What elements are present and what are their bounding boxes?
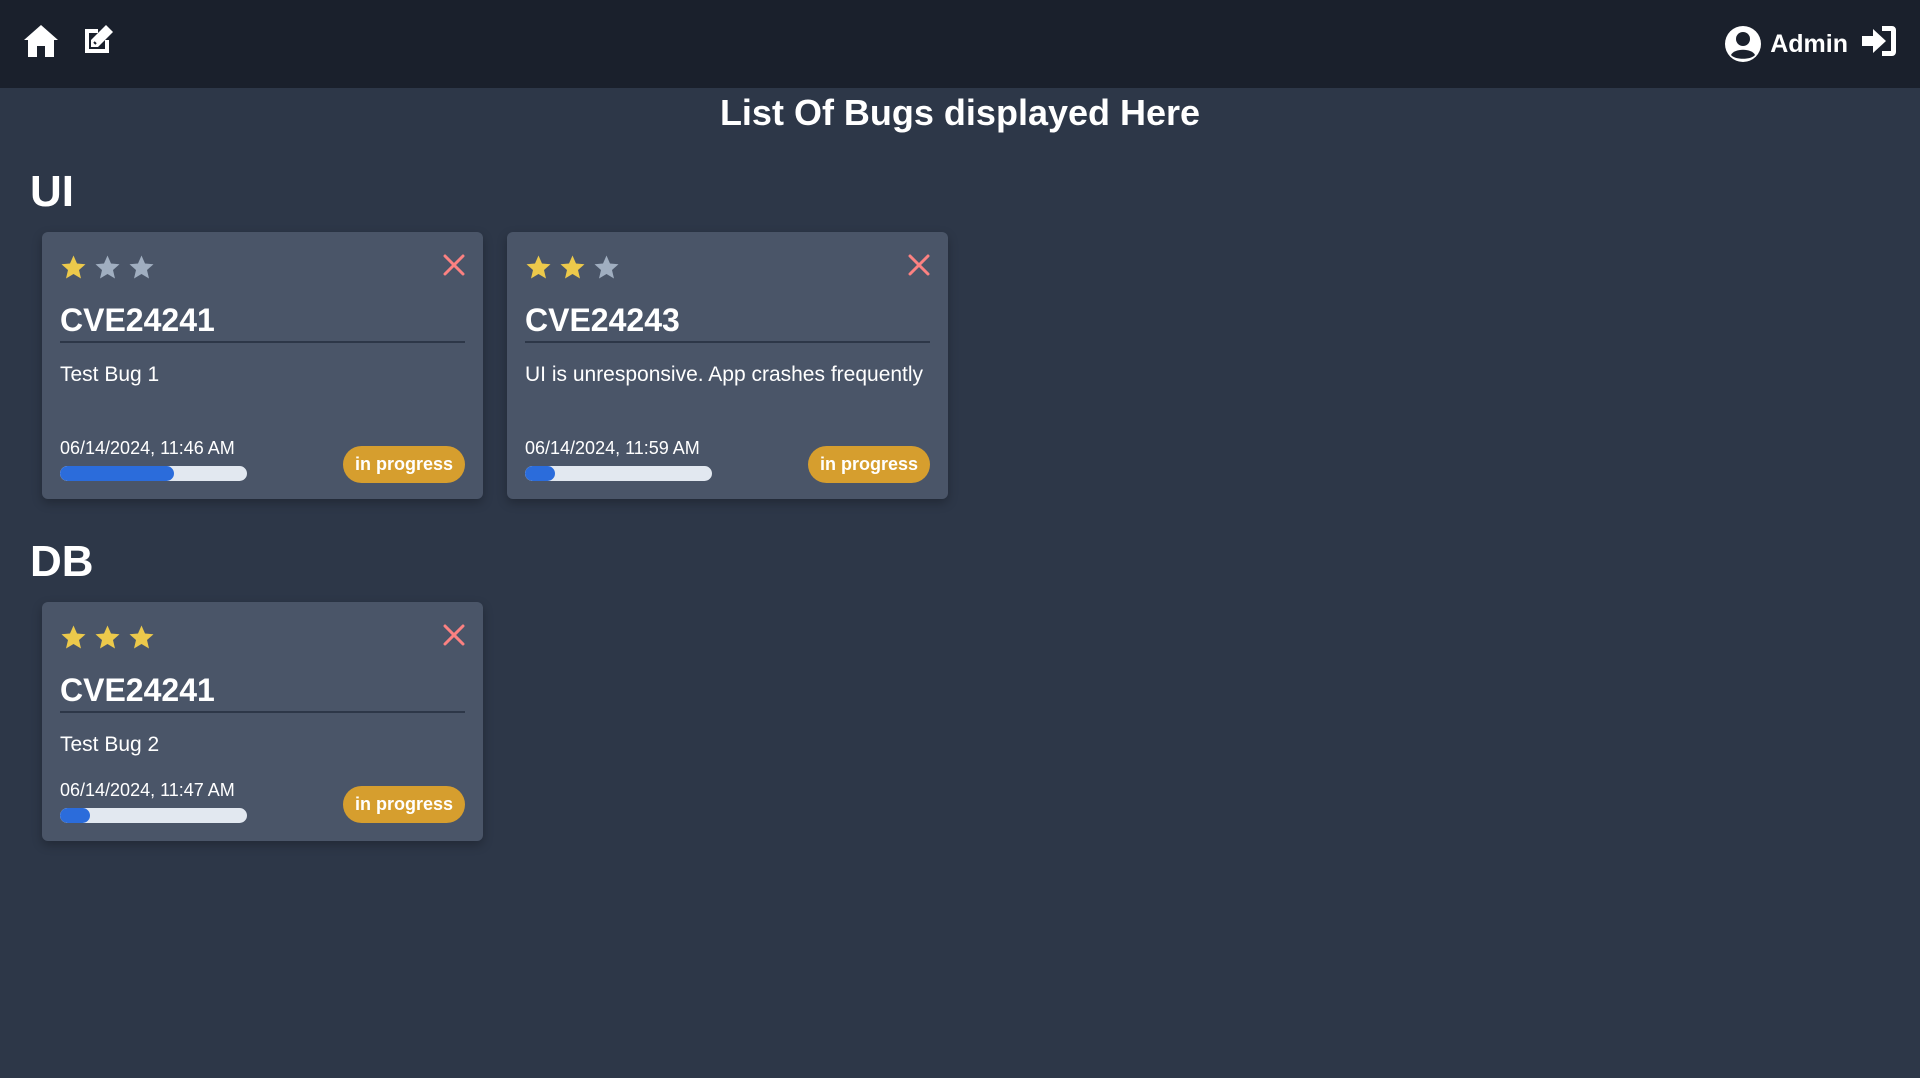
progress-fill <box>60 808 90 823</box>
bug-description: Test Bug 1 <box>60 363 160 386</box>
edit-icon[interactable] <box>80 22 116 58</box>
status-badge: in progress <box>343 446 465 483</box>
star-rating <box>60 622 155 652</box>
user-label: Admin <box>1770 29 1848 58</box>
bug-date: 06/14/2024, 11:59 AM <box>525 438 700 458</box>
bug-date: 06/14/2024, 11:47 AM <box>60 780 235 800</box>
star-filled-icon[interactable] <box>559 254 586 281</box>
star-filled-icon[interactable] <box>128 624 155 651</box>
bug-card: CVE24241 Test Bug 1 06/14/2024, 11:46 AM… <box>42 232 483 499</box>
sign-in-icon[interactable] <box>1860 22 1898 60</box>
close-icon[interactable] <box>441 252 467 278</box>
section-heading-db: DB <box>30 537 94 586</box>
status-badge: in progress <box>343 786 465 823</box>
star-filled-icon[interactable] <box>60 624 87 651</box>
status-badge: in progress <box>808 446 930 483</box>
bug-card: CVE24243 UI is unresponsive. App crashes… <box>507 232 948 499</box>
bug-description: Test Bug 2 <box>60 733 160 756</box>
bug-description: UI is unresponsive. App crashes frequent… <box>525 363 924 386</box>
navbar: Admin <box>0 0 1920 88</box>
home-icon[interactable] <box>22 22 60 60</box>
star-empty-icon[interactable] <box>94 254 121 281</box>
star-filled-icon[interactable] <box>94 624 121 651</box>
star-filled-icon[interactable] <box>60 254 87 281</box>
user-menu[interactable]: Admin <box>1724 20 1848 68</box>
star-rating <box>525 252 620 282</box>
progress-fill <box>525 466 555 481</box>
close-icon[interactable] <box>906 252 932 278</box>
close-icon[interactable] <box>441 622 467 648</box>
bug-date: 06/14/2024, 11:46 AM <box>60 438 235 458</box>
bug-card: CVE24241 Test Bug 2 06/14/2024, 11:47 AM… <box>42 602 483 841</box>
bug-title: CVE24243 <box>525 300 930 343</box>
star-empty-icon[interactable] <box>593 254 620 281</box>
page-title: List Of Bugs displayed Here <box>719 92 1201 133</box>
section-heading-ui: UI <box>30 167 74 216</box>
star-empty-icon[interactable] <box>128 254 155 281</box>
progress-bar <box>60 808 247 823</box>
star-rating <box>60 252 155 282</box>
progress-bar <box>60 466 247 481</box>
star-filled-icon[interactable] <box>525 254 552 281</box>
bug-title: CVE24241 <box>60 300 465 343</box>
bug-title: CVE24241 <box>60 670 465 713</box>
progress-bar <box>525 466 712 481</box>
user-circle-icon <box>1724 25 1762 63</box>
progress-fill <box>60 466 175 481</box>
